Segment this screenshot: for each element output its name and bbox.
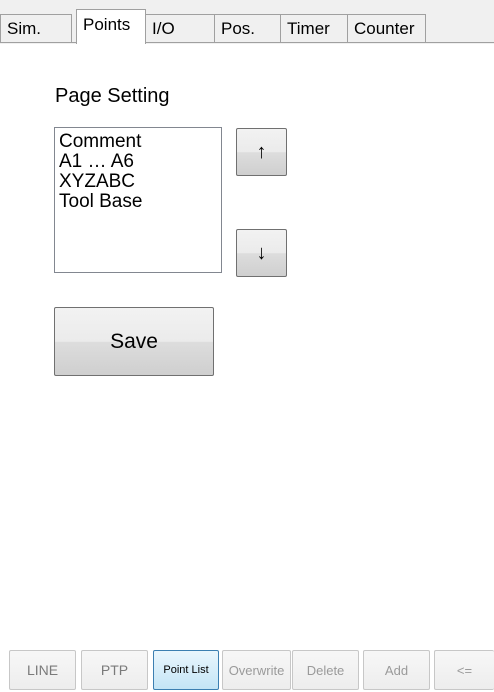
list-item[interactable]: Tool Base — [59, 192, 221, 212]
save-button[interactable]: Save — [54, 307, 214, 376]
line-button[interactable]: LINE — [9, 650, 76, 690]
overwrite-button[interactable]: Overwrite — [222, 650, 291, 690]
tab-io[interactable]: I/O — [145, 14, 215, 43]
list-item[interactable]: XYZABC — [59, 172, 221, 192]
tab-pos[interactable]: Pos. — [214, 14, 281, 43]
bottom-toolbar: LINE PTP Point List Overwrite Delete Add… — [0, 649, 494, 692]
page-title: Page Setting — [55, 85, 170, 107]
move-down-button[interactable]: ↓ — [236, 229, 287, 277]
list-item[interactable]: Comment — [59, 132, 221, 152]
delete-button[interactable]: Delete — [292, 650, 359, 690]
add-button[interactable]: Add — [363, 650, 430, 690]
arrow-up-icon: ↑ — [256, 140, 267, 163]
list-item[interactable]: A1 … A6 — [59, 152, 221, 172]
ptp-button[interactable]: PTP — [81, 650, 148, 690]
tab-sim[interactable]: Sim. — [0, 14, 72, 43]
tab-bar: Sim. Points I/O Pos. Timer Counter — [0, 0, 494, 44]
move-up-button[interactable]: ↑ — [236, 128, 287, 176]
point-list-button[interactable]: Point List — [153, 650, 219, 690]
back-button[interactable]: <= — [434, 650, 494, 690]
page-order-list[interactable]: Comment A1 … A6 XYZABC Tool Base — [54, 127, 222, 273]
arrow-down-icon: ↓ — [256, 241, 267, 264]
tab-timer[interactable]: Timer — [280, 14, 348, 43]
tab-counter[interactable]: Counter — [347, 14, 426, 43]
tab-points[interactable]: Points — [76, 9, 146, 44]
tab-divider — [0, 42, 494, 43]
app-window: Sim. Points I/O Pos. Timer Counter Page … — [0, 0, 494, 692]
